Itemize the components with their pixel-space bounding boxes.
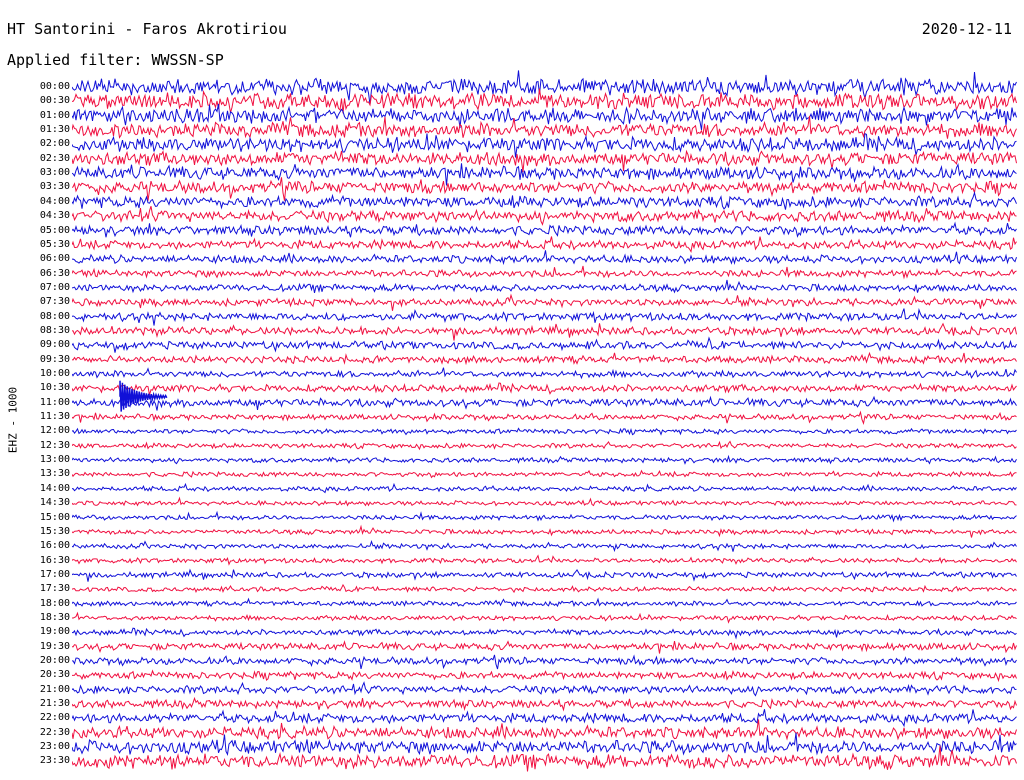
- trace-row: [72, 568, 1017, 582]
- trace-row: [72, 250, 1017, 266]
- time-label: 09:00: [39, 339, 70, 351]
- time-label: 19:30: [39, 640, 70, 652]
- time-label: 05:00: [39, 224, 70, 236]
- helicorder-plot: [72, 70, 1018, 780]
- time-label: 10:30: [39, 382, 70, 394]
- date-label: 2020-12-11: [921, 20, 1012, 38]
- trace-row: [72, 669, 1017, 683]
- trace-row: [72, 191, 1017, 210]
- time-label: 04:00: [39, 195, 70, 207]
- time-label: 16:00: [39, 540, 70, 552]
- time-label: 08:30: [39, 324, 70, 336]
- time-label: 11:30: [39, 411, 70, 423]
- time-label: 14:30: [39, 497, 70, 509]
- trace-row: [72, 293, 1017, 311]
- time-label: 22:00: [39, 712, 70, 724]
- trace-row: [72, 640, 1017, 654]
- time-label: 15:00: [39, 511, 70, 523]
- helicorder-svg: [72, 70, 1017, 772]
- trace-row: [72, 732, 1017, 756]
- trace-row: [72, 597, 1017, 608]
- time-label: 07:30: [39, 296, 70, 308]
- trace-row: [72, 410, 1017, 426]
- trace-row: [72, 367, 1017, 380]
- trace-row: [72, 336, 1017, 353]
- time-label: 00:00: [39, 81, 70, 92]
- trace-row: [72, 221, 1017, 238]
- time-axis-labels: 00:00 00:30 01:00 01:30 02:00 02:30 03:00 03:30…: [0, 0, 70, 780]
- trace-row: [72, 654, 1017, 670]
- time-label: 03:30: [39, 181, 70, 193]
- time-label: 14:00: [39, 482, 70, 494]
- trace-row: [72, 395, 1017, 411]
- time-label: 21:00: [39, 683, 70, 695]
- trace-row: [72, 279, 1017, 294]
- time-label: 00:30: [39, 95, 70, 107]
- time-label: 10:00: [39, 368, 70, 379]
- time-label: 22:30: [39, 726, 70, 738]
- trace-row: [72, 482, 1017, 494]
- trace-row: [72, 236, 1017, 254]
- trace-row: [72, 719, 1017, 741]
- trace-row: [72, 554, 1017, 566]
- trace-row: [72, 696, 1017, 712]
- time-label: 20:00: [39, 655, 70, 666]
- time-label: 09:30: [39, 353, 70, 365]
- trace-row: [72, 540, 1017, 553]
- trace-row: [72, 351, 1017, 366]
- trace-row: [72, 709, 1017, 728]
- time-label: 07:00: [39, 281, 70, 293]
- trace-row: [72, 88, 1017, 114]
- time-label: 13:30: [39, 468, 70, 480]
- time-label: 17:30: [39, 583, 70, 595]
- time-label: 02:00: [39, 138, 70, 150]
- time-label: 17:00: [39, 568, 70, 580]
- time-label: 21:30: [39, 698, 70, 710]
- time-label: 16:30: [39, 554, 70, 566]
- trace-row: [72, 103, 1017, 130]
- time-label: 06:30: [39, 267, 70, 279]
- trace-row: [72, 454, 1017, 465]
- trace-row: [72, 322, 1017, 341]
- trace-row: [72, 265, 1017, 280]
- time-label: 03:00: [39, 167, 70, 179]
- trace-row: [72, 524, 1017, 538]
- time-label: 08:00: [39, 310, 70, 322]
- time-label: 19:00: [39, 626, 70, 638]
- time-label: 02:30: [39, 152, 70, 164]
- trace-row: [72, 745, 1017, 772]
- trace-row: [72, 627, 1017, 640]
- trace-row: [72, 496, 1017, 507]
- time-label: 23:00: [39, 741, 70, 753]
- trace-row: [72, 382, 1017, 396]
- time-label: 18:30: [39, 611, 70, 623]
- time-label: 18:00: [39, 597, 70, 609]
- time-label: 12:30: [39, 439, 70, 451]
- trace-row: [72, 206, 1017, 226]
- time-label: 01:00: [39, 109, 70, 121]
- time-label: 06:00: [39, 253, 70, 265]
- trace-row: [72, 510, 1017, 523]
- time-label: 20:30: [39, 669, 70, 681]
- time-label: 12:00: [39, 425, 70, 437]
- trace-row: [72, 440, 1017, 451]
- trace-row: [72, 611, 1017, 624]
- trace-row: [72, 469, 1017, 479]
- event-burst: [119, 380, 168, 412]
- trace-row: [72, 427, 1017, 436]
- trace-row: [72, 307, 1017, 326]
- trace-row: [72, 681, 1017, 697]
- time-label: 04:30: [39, 210, 70, 222]
- time-label: 01:30: [39, 124, 70, 136]
- trace-row: [72, 177, 1017, 201]
- time-label: 15:30: [39, 525, 70, 537]
- time-label: 23:30: [39, 755, 70, 767]
- time-label: 13:00: [39, 454, 70, 466]
- time-label: 05:30: [39, 238, 70, 250]
- time-label: 11:00: [39, 396, 70, 408]
- trace-row: [72, 583, 1017, 594]
